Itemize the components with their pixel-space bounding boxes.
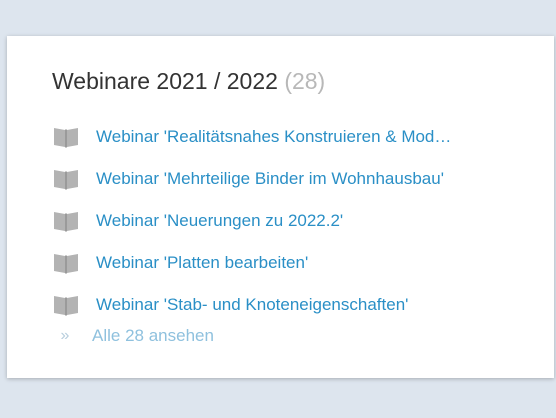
webinar-card: Webinare 2021 / 2022 (28) Webinar 'Reali… <box>7 36 554 378</box>
list-item[interactable]: Webinar 'Neuerungen zu 2022.2' <box>52 200 532 242</box>
list-item[interactable]: Webinar 'Stab- und Knoteneigenschaften' <box>52 284 532 326</box>
see-all-link-row[interactable]: » Alle 28 ansehen <box>52 324 214 348</box>
webinar-link[interactable]: Webinar 'Mehrteilige Binder im Wohnhausb… <box>96 169 444 189</box>
card-title: Webinare 2021 / 2022 (28) <box>52 68 325 95</box>
webinar-link[interactable]: Webinar 'Realitätsnahes Konstruieren & M… <box>96 127 451 147</box>
see-all-link[interactable]: Alle 28 ansehen <box>92 326 214 346</box>
book-icon <box>52 293 80 317</box>
book-icon <box>52 251 80 275</box>
double-chevron-right-icon: » <box>60 327 70 344</box>
title-count: (28) <box>284 68 326 94</box>
webinar-list: Webinar 'Realitätsnahes Konstruieren & M… <box>52 116 532 326</box>
book-icon <box>52 125 80 149</box>
webinar-link[interactable]: Webinar 'Stab- und Knoteneigenschaften' <box>96 295 408 315</box>
list-item[interactable]: Webinar 'Realitätsnahes Konstruieren & M… <box>52 116 532 158</box>
book-icon <box>52 167 80 191</box>
webinar-link[interactable]: Webinar 'Neuerungen zu 2022.2' <box>96 211 343 231</box>
book-icon <box>52 209 80 233</box>
webinar-link[interactable]: Webinar 'Platten bearbeiten' <box>96 253 308 273</box>
list-item[interactable]: Webinar 'Platten bearbeiten' <box>52 242 532 284</box>
list-item[interactable]: Webinar 'Mehrteilige Binder im Wohnhausb… <box>52 158 532 200</box>
title-text: Webinare 2021 / 2022 <box>52 68 278 94</box>
